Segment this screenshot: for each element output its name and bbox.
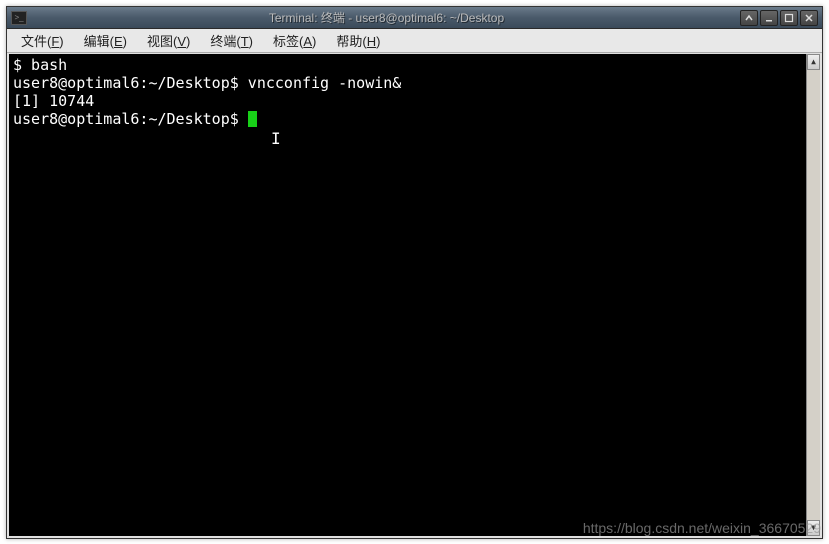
terminal-icon: >_ [11, 11, 27, 25]
menu-edit[interactable]: 编辑(E) [74, 29, 137, 52]
menu-help[interactable]: 帮助(H) [326, 29, 390, 52]
terminal-prompt-line: user8@optimal6:~/Desktop$ [13, 110, 816, 128]
terminal-window: >_ Terminal: 终端 - user8@optimal6: ~/Desk… [6, 6, 823, 539]
menu-tabs[interactable]: 标签(A) [263, 29, 326, 52]
menu-terminal[interactable]: 终端(T) [200, 29, 263, 52]
window-title: Terminal: 终端 - user8@optimal6: ~/Desktop [33, 9, 740, 26]
scrollbar[interactable]: ▲ ▼ [806, 54, 820, 536]
menu-view[interactable]: 视图(V) [137, 29, 200, 52]
cursor-block [248, 111, 257, 127]
terminal-line: [1] 10744 [13, 92, 816, 110]
scroll-track[interactable] [807, 70, 820, 520]
maximize-button[interactable] [780, 10, 798, 26]
close-button[interactable] [800, 10, 818, 26]
menu-file[interactable]: 文件(F) [11, 29, 74, 52]
titlebar[interactable]: >_ Terminal: 终端 - user8@optimal6: ~/Desk… [7, 7, 822, 29]
terminal-output[interactable]: $ bash user8@optimal6:~/Desktop$ vncconf… [7, 53, 822, 538]
scroll-down-button[interactable]: ▼ [807, 520, 820, 536]
shade-button[interactable] [740, 10, 758, 26]
terminal-line: user8@optimal6:~/Desktop$ vncconfig -now… [13, 74, 816, 92]
mouse-ibeam-cursor: I [271, 130, 281, 148]
menubar: 文件(F) 编辑(E) 视图(V) 终端(T) 标签(A) 帮助(H) [7, 29, 822, 53]
minimize-button[interactable] [760, 10, 778, 26]
scroll-up-button[interactable]: ▲ [807, 54, 820, 70]
terminal-line: $ bash [13, 56, 816, 74]
window-controls [740, 10, 818, 26]
